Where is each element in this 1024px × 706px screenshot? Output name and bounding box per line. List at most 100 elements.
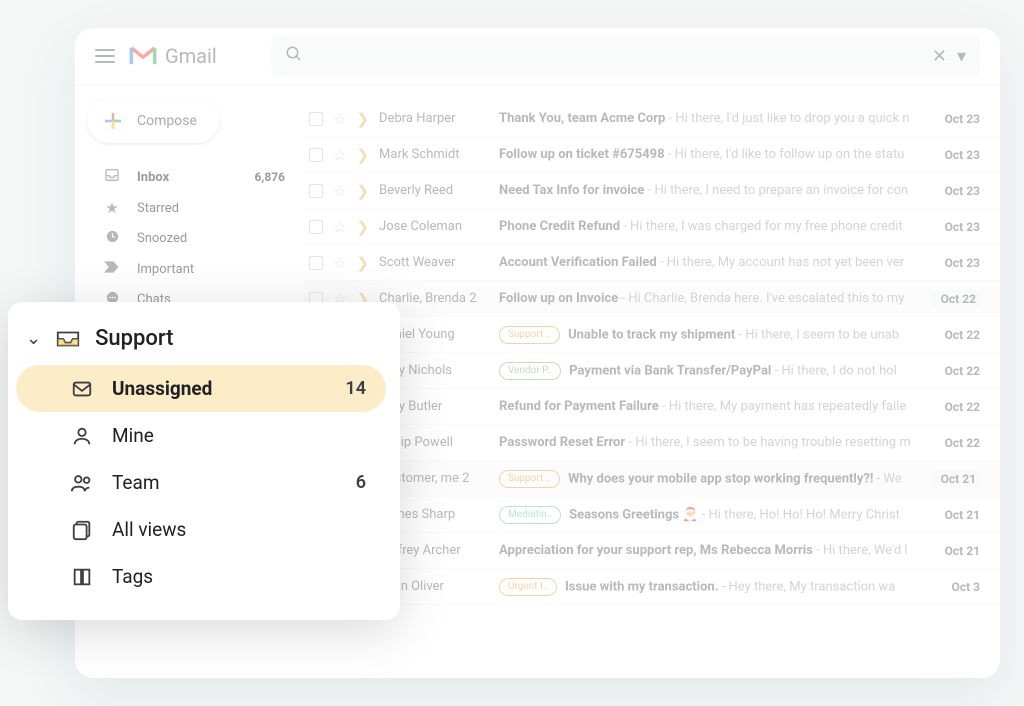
- important-marker-icon[interactable]: ❯: [356, 110, 369, 128]
- support-item-label: Tags: [112, 565, 348, 588]
- mail-subject: Issue with my transaction.: [565, 579, 718, 594]
- mail-row[interactable]: ☆ ❯ Jeffrey Archer Appreciation for your…: [303, 533, 1000, 569]
- support-item-team[interactable]: Team 6: [16, 459, 386, 506]
- mail-subject: Follow up on Invoice: [499, 291, 618, 306]
- checkbox[interactable]: [309, 256, 323, 270]
- support-item-all-views[interactable]: All views: [16, 506, 386, 553]
- mail-row[interactable]: ☆ ❯ Daniel Young Support ..Unable to tra…: [303, 317, 1000, 353]
- mail-label: Mediatin..: [499, 506, 561, 524]
- mail-label: Support ..: [499, 470, 560, 488]
- checkbox[interactable]: [309, 148, 323, 162]
- mail-sender: Debra Harper: [379, 111, 489, 126]
- important-marker-icon[interactable]: ❯: [356, 182, 369, 200]
- support-item-label: All views: [112, 518, 348, 541]
- mail-subject: Follow up on ticket #675498: [499, 147, 665, 162]
- mail-preview: - Hi there, Ho! Ho! Ho! Merry Christ: [698, 507, 899, 522]
- sidebar-item-inbox[interactable]: Inbox 6,876: [85, 161, 303, 193]
- support-item-label: Team: [112, 471, 338, 494]
- mail-row[interactable]: ☆ ❯ Debra Harper Thank You, team Acme Co…: [303, 101, 1000, 137]
- mail-body: Follow up on Invoice - Hi Charlie, Brend…: [499, 291, 922, 306]
- compose-button[interactable]: Compose: [87, 99, 219, 143]
- mail-body: Thank You, team Acme Corp - Hi there, I'…: [499, 111, 922, 126]
- mail-date: Oct 21: [932, 508, 980, 522]
- mail-sender: Beverly Reed: [379, 183, 489, 198]
- mail-date: Oct 3: [932, 580, 980, 594]
- mail-row[interactable]: ☆ ❯ John Oliver Urgent I..Issue with my …: [303, 569, 1000, 605]
- mail-subject: Need Tax Info for invoice: [499, 183, 644, 198]
- important-marker-icon[interactable]: ❯: [356, 146, 369, 164]
- mail-row[interactable]: ☆ ❯ Philip Powell Password Reset Error -…: [303, 425, 1000, 461]
- sidebar-item-snoozed[interactable]: Snoozed: [85, 223, 303, 254]
- support-item-label: Unassigned: [112, 377, 327, 400]
- star-icon[interactable]: ☆: [333, 182, 346, 200]
- mail-subject: Seasons Greetings 🎅: [569, 507, 698, 522]
- compose-label: Compose: [137, 113, 197, 129]
- star-icon[interactable]: ☆: [333, 146, 346, 164]
- mail-row[interactable]: ☆ ❯ James Sharp Mediatin..Seasons Greeti…: [303, 497, 1000, 533]
- mail-preview: - Hi there, My payment has repeatedly fa…: [659, 399, 907, 414]
- mail-subject: Account Verification Failed: [499, 255, 657, 270]
- person-icon: [70, 425, 94, 447]
- mail-sender: Jose Coleman: [379, 219, 489, 234]
- mail-preview: - Hi there, My account has not yet been …: [657, 255, 904, 270]
- mail-row[interactable]: ☆ ❯ Amy Butler Refund for Payment Failur…: [303, 389, 1000, 425]
- gmail-m-icon: [129, 45, 157, 67]
- mail-label: Support ..: [499, 326, 560, 344]
- search-options-icon[interactable]: ▾: [957, 46, 966, 67]
- menu-icon[interactable]: [95, 49, 115, 63]
- nav-label: Inbox: [137, 170, 239, 185]
- mail-date: Oct 22: [932, 400, 980, 414]
- mail-subject: Why does your mobile app stop working fr…: [568, 471, 873, 486]
- mail-date: Oct 22: [932, 328, 980, 342]
- mail-label: Urgent I..: [499, 578, 557, 596]
- mail-row[interactable]: ☆ ❯ Beverly Reed Need Tax Info for invoi…: [303, 173, 1000, 209]
- envelope-icon: [70, 378, 94, 400]
- mail-preview: - Hi there, I do not hol: [771, 363, 897, 378]
- nav-label: Snoozed: [137, 231, 269, 246]
- support-header[interactable]: ⌄ Support: [16, 322, 386, 365]
- mail-row[interactable]: ☆ ❯ Jose Coleman Phone Credit Refund - H…: [303, 209, 1000, 245]
- mail-subject: Password Reset Error: [499, 435, 625, 450]
- mail-body: Phone Credit Refund - Hi there, I was ch…: [499, 219, 922, 234]
- sidebar-item-important[interactable]: Important: [85, 254, 303, 284]
- checkbox[interactable]: [309, 220, 323, 234]
- important-marker-icon[interactable]: ❯: [356, 218, 369, 236]
- mail-subject: Payment via Bank Transfer/PayPal: [569, 363, 771, 378]
- mail-date: Oct 22: [932, 290, 980, 308]
- star-icon[interactable]: ☆: [333, 254, 346, 272]
- mail-preview: - Hi there, We'd l: [813, 543, 908, 558]
- mail-row[interactable]: ☆ ❯ Amy Nichols Vendor P..Payment via Ba…: [303, 353, 1000, 389]
- mail-row[interactable]: ☆ ❯ Mark Schmidt Follow up on ticket #67…: [303, 137, 1000, 173]
- mail-label: Vendor P..: [499, 362, 561, 380]
- search-input[interactable]: ✕ ▾: [271, 36, 980, 76]
- mail-preview: - We: [873, 471, 901, 486]
- mail-row[interactable]: ☆ ❯ Customer, me 2 Support ..Why does yo…: [303, 461, 1000, 497]
- support-item-tags[interactable]: Tags: [16, 553, 386, 600]
- gmail-logo[interactable]: Gmail: [129, 44, 217, 68]
- clock-icon: [103, 229, 121, 248]
- support-item-unassigned[interactable]: Unassigned 14: [16, 365, 386, 412]
- collapse-icon[interactable]: ⌄: [26, 328, 41, 349]
- tags-icon: [70, 566, 94, 588]
- clear-search-icon[interactable]: ✕: [932, 46, 947, 67]
- checkbox[interactable]: [309, 112, 323, 126]
- star-icon[interactable]: ☆: [333, 110, 346, 128]
- team-icon: [70, 472, 94, 494]
- mail-row[interactable]: ☆ ❯ Scott Weaver Account Verification Fa…: [303, 245, 1000, 281]
- important-marker-icon[interactable]: ❯: [356, 254, 369, 272]
- mail-date: Oct 23: [932, 148, 980, 162]
- support-item-mine[interactable]: Mine: [16, 412, 386, 459]
- mail-row[interactable]: ☆ ❯ Charlie, Brenda 2 Follow up on Invoi…: [303, 281, 1000, 317]
- support-item-count: 6: [356, 472, 366, 493]
- inbox-icon: [103, 167, 121, 187]
- mail-preview: - Hi there, I'd like to follow up on the…: [665, 147, 905, 162]
- star-icon[interactable]: ☆: [333, 218, 346, 236]
- mail-body: Mediatin.. Seasons Greetings 🎅 - Hi there…: [499, 506, 922, 524]
- support-item-count: 14: [345, 378, 366, 399]
- checkbox[interactable]: [309, 184, 323, 198]
- mail-date: Oct 23: [932, 256, 980, 270]
- sidebar-item-starred[interactable]: ★ Starred: [85, 193, 303, 223]
- important-icon: [103, 260, 121, 278]
- mail-subject: Phone Credit Refund: [499, 219, 620, 234]
- support-item-label: Mine: [112, 424, 348, 447]
